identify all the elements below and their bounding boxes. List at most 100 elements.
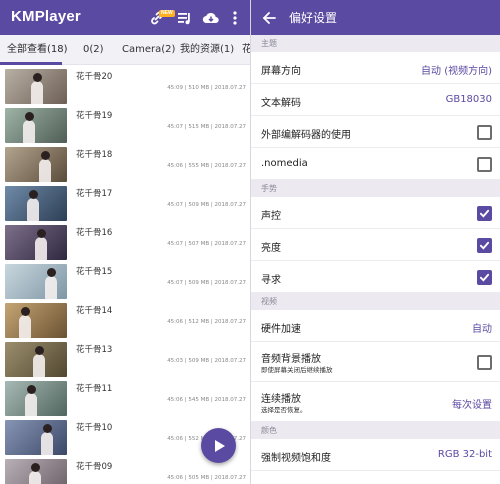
video-list-item[interactable]: 花千骨20 45:09 | 510 MB | 2018.07.27 bbox=[0, 65, 250, 104]
tab-my-resources[interactable]: 我的资源(1) bbox=[180, 35, 234, 65]
video-meta: 45:06 | 512 MB | 2018.07.27 bbox=[167, 319, 246, 325]
playlist-icon[interactable] bbox=[174, 8, 194, 28]
setting-label: 寻求 bbox=[261, 275, 281, 286]
video-list: 花千骨20 45:09 | 510 MB | 2018.07.27 花千骨19 45:… bbox=[0, 65, 250, 484]
setting-row[interactable]: 声控 bbox=[251, 197, 500, 229]
setting-row[interactable]: 文本解码 GB18030 bbox=[251, 84, 500, 116]
section-header-label: 颜色 bbox=[261, 426, 277, 435]
video-title: 花千骨18 bbox=[76, 150, 113, 160]
video-thumbnail bbox=[5, 264, 67, 299]
back-button[interactable] bbox=[259, 8, 279, 28]
video-title: 花千骨19 bbox=[76, 111, 113, 121]
setting-checkbox[interactable] bbox=[477, 156, 492, 172]
video-title: 花千骨14 bbox=[76, 306, 113, 316]
setting-row[interactable]: 硬件加速 自动 bbox=[251, 310, 500, 342]
cloud-download-icon[interactable] bbox=[201, 8, 221, 28]
setting-row[interactable]: 寻求 bbox=[251, 261, 500, 293]
video-title: 花千骨17 bbox=[76, 189, 113, 199]
tab-0[interactable]: 0(2) bbox=[83, 35, 104, 65]
tab-hua[interactable]: 花 bbox=[242, 35, 250, 65]
preferences-pane: 偏好设置 主题屏幕方向 自动 (视频方向) 文本解码 GB18030 外部编解码器的使用… bbox=[250, 0, 500, 484]
setting-label: 亮度 bbox=[261, 243, 281, 254]
video-meta: 45:06 | 545 MB | 2018.07.27 bbox=[167, 397, 246, 403]
setting-checkbox[interactable] bbox=[477, 237, 492, 253]
new-badge: NEW bbox=[159, 10, 175, 17]
video-thumbnail bbox=[5, 147, 67, 182]
video-title: 花千骨15 bbox=[76, 267, 113, 277]
setting-value[interactable]: 每次设置 bbox=[452, 396, 492, 411]
video-thumbnail bbox=[5, 108, 67, 143]
tab-all[interactable]: 全部查看(18) bbox=[7, 35, 68, 65]
setting-value[interactable]: 自动 bbox=[472, 320, 492, 335]
video-meta: 45:07 | 507 MB | 2018.07.27 bbox=[167, 241, 246, 247]
video-thumbnail bbox=[5, 420, 67, 455]
video-list-item[interactable]: 花千骨16 45:07 | 507 MB | 2018.07.27 bbox=[0, 221, 250, 260]
section-header: 视频 bbox=[251, 293, 500, 310]
video-title: 花千骨20 bbox=[76, 72, 113, 82]
setting-value[interactable]: RGB 32-bit bbox=[438, 449, 492, 460]
settings-app-bar: 偏好设置 bbox=[251, 0, 500, 35]
setting-checkbox[interactable] bbox=[477, 269, 492, 285]
setting-row[interactable]: .nomedia bbox=[251, 148, 500, 180]
setting-row[interactable]: 音频背景播放 即使屏幕关闭后继续播放 bbox=[251, 342, 500, 382]
setting-label: 文本解码 bbox=[261, 98, 301, 109]
video-meta: 45:07 | 509 MB | 2018.07.27 bbox=[167, 202, 246, 208]
setting-row[interactable]: 去块滤波设置自动 bbox=[251, 471, 500, 484]
setting-value[interactable]: 自动 (视频方向) bbox=[421, 62, 492, 77]
setting-checkbox[interactable] bbox=[477, 124, 492, 140]
setting-label: 声控 bbox=[261, 211, 281, 222]
section-header: 手势 bbox=[251, 180, 500, 197]
setting-row[interactable]: 强制视频饱和度 RGB 32-bit bbox=[251, 439, 500, 471]
check-icon bbox=[479, 209, 490, 218]
section-header-label: 手势 bbox=[261, 184, 277, 193]
folder-tabs: 全部查看(18) 0(2) Camera(2) 我的资源(1) 花 bbox=[0, 35, 250, 65]
play-fab-button[interactable] bbox=[201, 428, 236, 463]
app-title: KMPlayer bbox=[11, 8, 81, 25]
tab-camera[interactable]: Camera(2) bbox=[122, 35, 175, 65]
file-browser-pane: KMPlayer NEW 全部查看(18) 0(2) Camera(2) 我的资… bbox=[0, 0, 250, 484]
section-header: 主题 bbox=[251, 35, 500, 52]
setting-row[interactable]: 外部编解码器的使用 bbox=[251, 116, 500, 148]
video-meta: 45:09 | 510 MB | 2018.07.27 bbox=[167, 85, 246, 91]
settings-title: 偏好设置 bbox=[289, 11, 338, 25]
video-list-item[interactable]: 花千骨19 45:07 | 515 MB | 2018.07.27 bbox=[0, 104, 250, 143]
video-thumbnail bbox=[5, 225, 67, 260]
setting-label: 音频背景播放 bbox=[261, 354, 321, 365]
video-thumbnail bbox=[5, 69, 67, 104]
setting-checkbox[interactable] bbox=[477, 354, 492, 370]
video-list-item[interactable]: 花千骨17 45:07 | 509 MB | 2018.07.27 bbox=[0, 182, 250, 221]
section-header-label: 视频 bbox=[261, 297, 277, 306]
video-list-item[interactable]: 花千骨11 45:06 | 545 MB | 2018.07.27 bbox=[0, 377, 250, 416]
play-icon bbox=[214, 439, 225, 452]
setting-label: 强制视频饱和度 bbox=[261, 453, 331, 464]
video-meta: 45:03 | 509 MB | 2018.07.27 bbox=[167, 358, 246, 364]
setting-label: 外部编解码器的使用 bbox=[261, 130, 351, 141]
setting-value[interactable]: GB18030 bbox=[446, 94, 492, 105]
back-arrow-icon bbox=[262, 12, 276, 24]
video-list-item[interactable]: 花千骨18 45:06 | 555 MB | 2018.07.27 bbox=[0, 143, 250, 182]
setting-label: 硬件加速 bbox=[261, 324, 301, 335]
video-meta: 45:07 | 515 MB | 2018.07.27 bbox=[167, 124, 246, 130]
setting-label: 屏幕方向 bbox=[261, 66, 301, 77]
check-icon bbox=[479, 241, 490, 250]
video-title: 花千骨13 bbox=[76, 345, 113, 355]
video-meta: 45:07 | 509 MB | 2018.07.27 bbox=[167, 280, 246, 286]
setting-row[interactable]: 连续播放 选择是否恢复。 每次设置 bbox=[251, 382, 500, 422]
link-icon[interactable]: NEW bbox=[147, 8, 175, 28]
video-list-item[interactable]: 花千骨13 45:03 | 509 MB | 2018.07.27 bbox=[0, 338, 250, 377]
more-vert-icon[interactable] bbox=[225, 8, 245, 28]
setting-row[interactable]: 屏幕方向 自动 (视频方向) bbox=[251, 52, 500, 84]
setting-checkbox[interactable] bbox=[477, 205, 492, 221]
video-title: 花千骨16 bbox=[76, 228, 113, 238]
video-meta: 45:06 | 555 MB | 2018.07.27 bbox=[167, 163, 246, 169]
setting-row[interactable]: 亮度 bbox=[251, 229, 500, 261]
video-title: 花千骨09 bbox=[76, 462, 113, 472]
video-thumbnail bbox=[5, 459, 67, 484]
video-thumbnail bbox=[5, 186, 67, 221]
video-list-item[interactable]: 花千骨14 45:06 | 512 MB | 2018.07.27 bbox=[0, 299, 250, 338]
video-list-item[interactable]: 花千骨15 45:07 | 509 MB | 2018.07.27 bbox=[0, 260, 250, 299]
app-bar: KMPlayer NEW bbox=[0, 0, 250, 35]
setting-label: .nomedia bbox=[261, 158, 308, 169]
video-thumbnail bbox=[5, 342, 67, 377]
setting-description: 即使屏幕关闭后继续播放 bbox=[261, 366, 333, 374]
